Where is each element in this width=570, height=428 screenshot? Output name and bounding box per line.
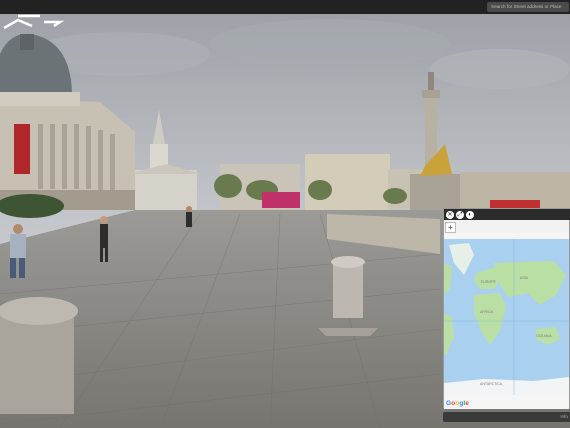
zoom-in-button[interactable]: +	[445, 222, 456, 233]
map-label-africa: AFRICA	[480, 310, 494, 314]
minimap-close-icon[interactable]: ✕	[446, 210, 454, 219]
minimap-toolbar: ✕ ⤢ ◐	[444, 209, 570, 220]
navigation-arrow-icon[interactable]	[0, 14, 64, 48]
minimap-toggle-icon[interactable]: ◐	[466, 210, 474, 219]
map-label-asia: ASIA	[520, 276, 529, 280]
search-input[interactable]: Search for Street address or Place	[487, 2, 569, 12]
bottom-bar-label: Info	[560, 414, 568, 419]
bottom-action-bar[interactable]: Info	[443, 412, 570, 422]
world-map[interactable]: EUROPE ASIA AFRICA OCEANIA ANTARCTICA Go…	[444, 233, 569, 409]
map-label-europe: EUROPE	[481, 280, 496, 284]
map-label-antarctica: ANTARCTICA	[480, 382, 503, 386]
google-logo: Google	[446, 400, 470, 407]
minimap-panel[interactable]: ✕ ⤢ ◐ + EUROPE ASIA AFRICA OCEANIA ANTAR…	[443, 208, 570, 409]
top-bar: Search for Street address or Place	[0, 0, 570, 14]
map-label-oceania: OCEANIA	[536, 334, 552, 338]
minimap-expand-icon[interactable]: ⤢	[456, 210, 464, 219]
